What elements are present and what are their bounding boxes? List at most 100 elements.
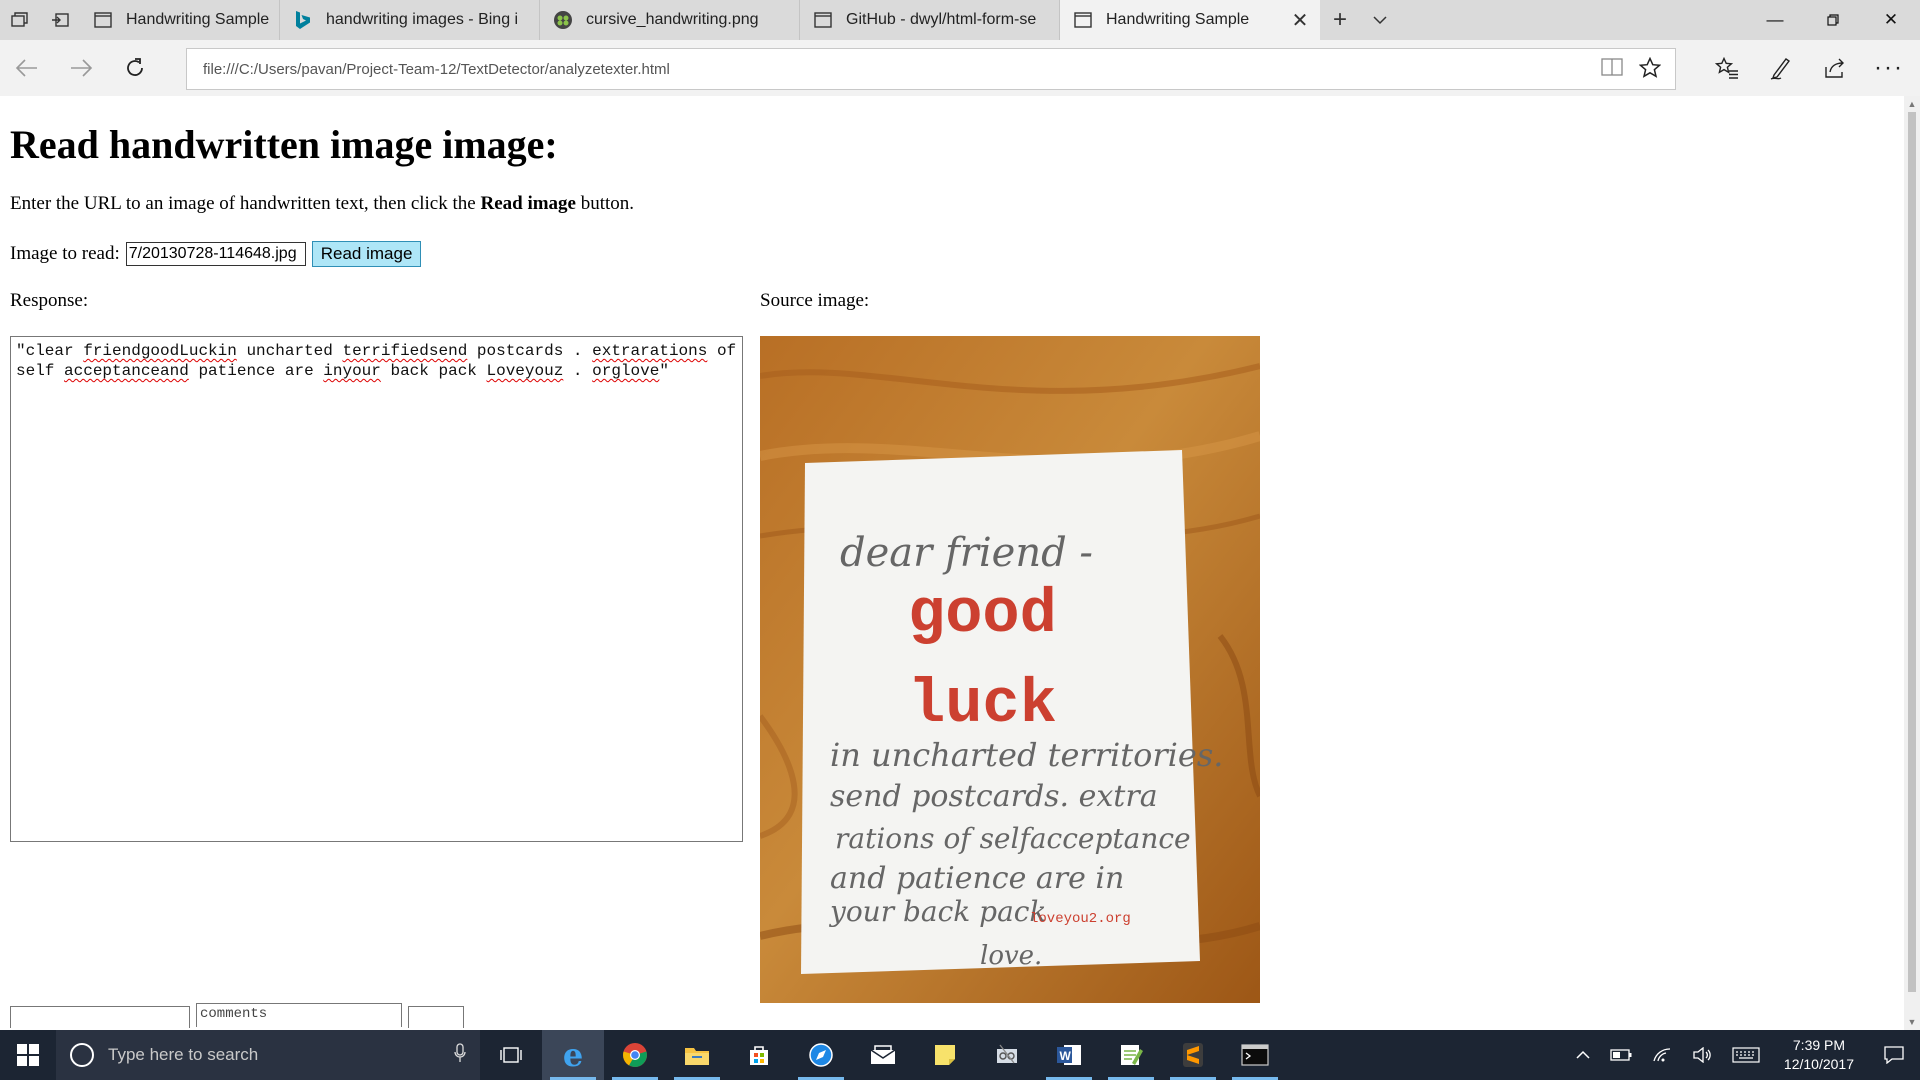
instructions-bold: Read image	[480, 193, 576, 214]
minimize-button[interactable]: —	[1746, 0, 1804, 40]
tab-preview-chevron-icon[interactable]	[1360, 0, 1400, 40]
read-image-button[interactable]: Read image	[311, 241, 422, 267]
instructions-before: Enter the URL to an image of handwritten…	[10, 193, 481, 214]
misspelled-word: terrifiedsend	[342, 342, 468, 360]
image-icon	[552, 9, 574, 31]
address-bar[interactable]: file:///C:/Users/pavan/Project-Team-12/T…	[186, 48, 1676, 90]
restore-button[interactable]	[1804, 0, 1862, 40]
image-url-label: Image to read:	[10, 243, 120, 264]
browser-tab[interactable]: GitHub - dwyl/html-form-se	[800, 0, 1060, 40]
misspelled-word: orglove	[592, 362, 660, 380]
page-scrollbar[interactable]: ▲ ▼	[1904, 96, 1920, 1030]
mail-taskbar-icon[interactable]	[852, 1030, 914, 1080]
browser-tab[interactable]: Handwriting Sample ✕	[1060, 0, 1320, 40]
response-text: postcards .	[467, 342, 593, 360]
edge-taskbar-icon[interactable]: e	[542, 1030, 604, 1080]
safari-taskbar-icon[interactable]	[790, 1030, 852, 1080]
sublime-text-taskbar-icon[interactable]	[1162, 1030, 1224, 1080]
reading-view-icon[interactable]	[1601, 57, 1623, 85]
misspelled-word: inyour	[323, 362, 381, 380]
scroll-down-icon[interactable]: ▼	[1904, 1014, 1920, 1030]
notepad-plus-taskbar-icon[interactable]	[1100, 1030, 1162, 1080]
response-text: patience are	[188, 362, 324, 380]
page-icon	[812, 9, 834, 31]
address-url: file:///C:/Users/pavan/Project-Team-12/T…	[203, 60, 670, 78]
windows-logo-icon	[17, 1044, 39, 1066]
forward-button[interactable]	[54, 40, 108, 96]
comments-field[interactable]: comments	[196, 1003, 402, 1027]
set-tabs-aside-icon[interactable]	[40, 0, 80, 40]
misspelled-word: extrarations	[592, 342, 708, 360]
note-text-line8: your back pack	[828, 895, 1046, 928]
misspelled-word: Loveyouz	[486, 362, 564, 380]
snipping-tool-taskbar-icon[interactable]	[976, 1030, 1038, 1080]
web-note-pen-icon[interactable]	[1754, 40, 1808, 96]
clock-time: 7:39 PM	[1792, 1037, 1846, 1053]
taskbar: Type here to search e W 7:39 PM 12/10/20…	[0, 1030, 1920, 1080]
store-taskbar-icon[interactable]	[728, 1030, 790, 1080]
note-text-good: good	[908, 579, 1057, 650]
cortana-icon	[70, 1043, 94, 1067]
image-url-input[interactable]: 7/20130728-114648.jpg	[125, 242, 306, 266]
browser-tab[interactable]: cursive_handwriting.png	[540, 0, 800, 40]
keyboard-icon[interactable]	[1722, 1047, 1770, 1063]
search-placeholder: Type here to search	[108, 1045, 259, 1064]
page-icon	[1072, 9, 1094, 31]
favorites-hub-icon[interactable]	[1700, 40, 1754, 96]
wifi-icon[interactable]	[1642, 1047, 1682, 1063]
microphone-icon[interactable]	[454, 1042, 466, 1068]
battery-icon[interactable]	[1600, 1049, 1642, 1061]
action-center-icon[interactable]	[1868, 1046, 1920, 1064]
note-text-line4: in uncharted territories.	[830, 736, 1223, 774]
close-window-button[interactable]: ✕	[1862, 0, 1920, 40]
browser-toolbar: ···	[1700, 40, 1916, 96]
bing-icon	[292, 9, 314, 31]
browser-tab[interactable]: Handwriting Sample	[80, 0, 280, 40]
scroll-up-icon[interactable]: ▲	[1904, 96, 1920, 112]
response-text: .	[563, 362, 593, 380]
scroll-thumb[interactable]	[1908, 112, 1916, 992]
close-tab-icon[interactable]: ✕	[1290, 8, 1310, 33]
page-title: Read handwritten image image:	[10, 122, 558, 167]
note-text-site: loveyou2.org	[1030, 911, 1131, 927]
taskbar-clock[interactable]: 7:39 PM 12/10/2017	[1770, 1036, 1868, 1074]
tab-title: Handwriting Sample	[1106, 11, 1250, 28]
response-text: back pack	[380, 362, 487, 380]
file-explorer-taskbar-icon[interactable]	[666, 1030, 728, 1080]
response-label: Response:	[10, 290, 89, 311]
misspelled-word: friendgoodLuckin	[83, 342, 237, 360]
share-icon[interactable]	[1808, 40, 1862, 96]
word-taskbar-icon[interactable]: W	[1038, 1030, 1100, 1080]
more-options-icon[interactable]: ···	[1862, 40, 1916, 96]
instructions-text: Enter the URL to an image of handwritten…	[10, 193, 634, 215]
page-content: Read handwritten image image: Enter the …	[0, 96, 1904, 1030]
source-image: dear friend - good luck in uncharted ter…	[760, 336, 1260, 1003]
bottom-field-right[interactable]	[408, 1006, 464, 1028]
bottom-field-left[interactable]	[10, 1006, 190, 1028]
tab-title: Handwriting Sample	[126, 11, 269, 28]
refresh-button[interactable]	[108, 40, 162, 96]
misspelled-word: acceptanceand	[64, 362, 189, 380]
favorite-star-icon[interactable]	[1638, 56, 1662, 85]
task-view-icon[interactable]	[480, 1030, 542, 1080]
show-hidden-icons-chevron-icon[interactable]	[1566, 1050, 1600, 1060]
start-button[interactable]	[0, 1030, 56, 1080]
svg-text:W: W	[1060, 1049, 1072, 1063]
sticky-notes-taskbar-icon[interactable]	[914, 1030, 976, 1080]
note-text-love: love.	[980, 941, 1042, 971]
back-button[interactable]	[0, 40, 54, 96]
response-text: "clear	[16, 342, 84, 360]
browser-tab[interactable]: handwriting images - Bing i	[280, 0, 540, 40]
taskbar-search-box[interactable]: Type here to search	[56, 1030, 480, 1080]
volume-icon[interactable]	[1682, 1047, 1722, 1063]
tab-manager-icon[interactable]	[0, 0, 40, 40]
response-text: "	[659, 362, 669, 380]
terminal-taskbar-icon[interactable]	[1224, 1030, 1286, 1080]
chrome-taskbar-icon[interactable]	[604, 1030, 666, 1080]
page-icon	[92, 9, 114, 31]
image-url-value: 7/20130728-114648.jpg	[128, 245, 297, 262]
tab-title: GitHub - dwyl/html-form-se	[846, 11, 1037, 28]
new-tab-button[interactable]: +	[1320, 0, 1360, 40]
response-textarea[interactable]: "clear friendgoodLuckin uncharted terrif…	[10, 336, 743, 842]
window-controls: — ✕	[1746, 0, 1920, 40]
